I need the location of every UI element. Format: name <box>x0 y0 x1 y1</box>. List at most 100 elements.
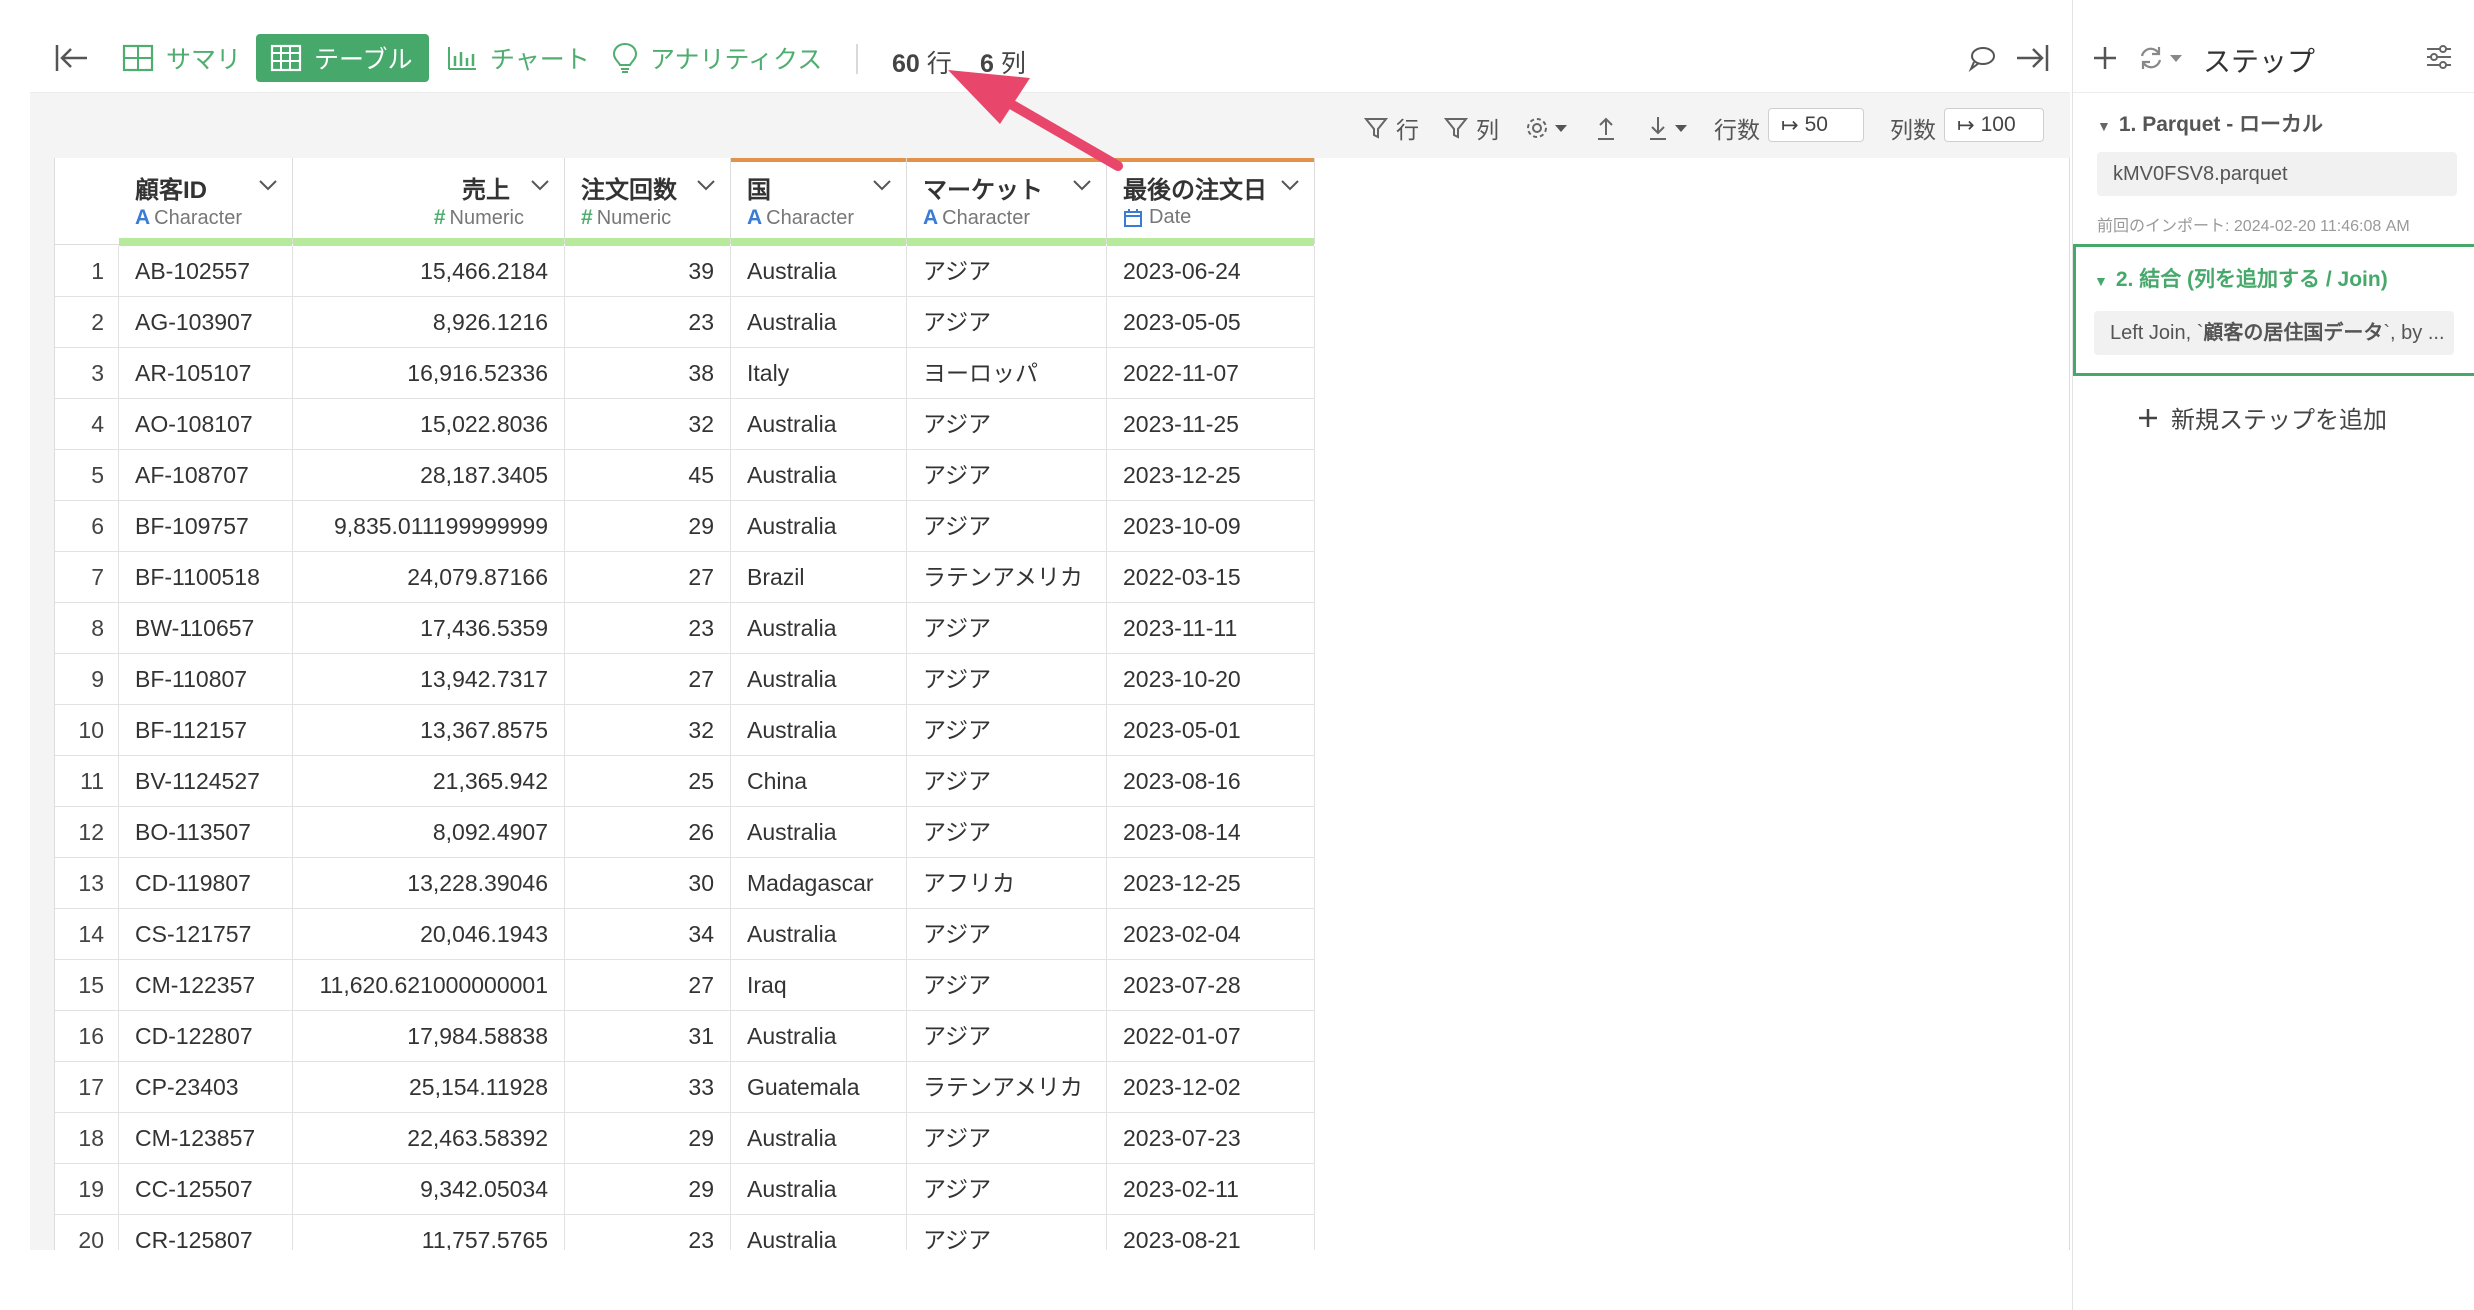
tab-chart[interactable]: チャート <box>446 34 590 82</box>
cell-last-order-date[interactable]: 2023-11-11 <box>1107 603 1315 653</box>
table-row[interactable]: 4 AO-108107 15,022.8036 32 Australia アジア 2023-… <box>55 399 1315 450</box>
cell-customer-id[interactable]: BF-110807 <box>119 654 293 704</box>
table-row[interactable]: 7 BF-1100518 24,079.87166 27 Brazil ラテンアメリカ 20… <box>55 552 1315 603</box>
cell-last-order-date[interactable]: 2022-03-15 <box>1107 552 1315 602</box>
tab-table[interactable]: テーブル <box>256 34 429 82</box>
cell-market[interactable]: アジア <box>907 1215 1107 1250</box>
cell-order-count[interactable]: 31 <box>565 1011 731 1061</box>
cell-country[interactable]: Australia <box>731 399 907 449</box>
table-row[interactable]: 18 CM-123857 22,463.58392 29 Australia アジア 202… <box>55 1113 1315 1164</box>
add-step-button[interactable]: 新規ステップを追加 <box>2137 400 2387 435</box>
cell-order-count[interactable]: 45 <box>565 450 731 500</box>
cell-market[interactable]: アジア <box>907 756 1107 806</box>
export-button[interactable] <box>1594 108 1618 148</box>
cols-limit-input[interactable]: ↦ 100 <box>1944 108 2044 142</box>
add-icon[interactable] <box>2091 44 2119 77</box>
cell-order-count[interactable]: 29 <box>565 1164 731 1214</box>
table-row[interactable]: 20 CR-125807 11,757.5765 23 Australia アジア 2023… <box>55 1215 1315 1250</box>
cell-customer-id[interactable]: CS-121757 <box>119 909 293 959</box>
cell-country[interactable]: Australia <box>731 1164 907 1214</box>
tab-analytics[interactable]: アナリティクス <box>612 34 822 82</box>
cell-market[interactable]: アジア <box>907 246 1107 296</box>
table-row[interactable]: 2 AG-103907 8,926.1216 23 Australia アジア 2023-0… <box>55 297 1315 348</box>
table-row[interactable]: 11 BV-1124527 21,365.942 25 China アジア 2023-08-… <box>55 756 1315 807</box>
cell-customer-id[interactable]: CM-122357 <box>119 960 293 1010</box>
cell-market[interactable]: アフリカ <box>907 858 1107 908</box>
chevron-down-icon[interactable] <box>258 178 278 192</box>
cell-order-count[interactable]: 27 <box>565 552 731 602</box>
cell-sales[interactable]: 17,436.5359 <box>293 603 565 653</box>
cell-sales[interactable]: 15,466.2184 <box>293 246 565 296</box>
cell-country[interactable]: Australia <box>731 705 907 755</box>
column-header[interactable]: 国 A Character <box>731 158 907 246</box>
table-row[interactable]: 10 BF-112157 13,367.8575 32 Australia アジア 2023… <box>55 705 1315 756</box>
cell-order-count[interactable]: 32 <box>565 705 731 755</box>
settings-sliders-icon[interactable] <box>2425 44 2453 75</box>
col-filter-button[interactable]: 列 <box>1444 108 1499 148</box>
cell-customer-id[interactable]: AF-108707 <box>119 450 293 500</box>
cell-last-order-date[interactable]: 2022-01-07 <box>1107 1011 1315 1061</box>
comment-icon[interactable] <box>1968 44 1996 77</box>
cell-country[interactable]: Australia <box>731 807 907 857</box>
cell-customer-id[interactable]: CD-122807 <box>119 1011 293 1061</box>
cell-last-order-date[interactable]: 2023-05-05 <box>1107 297 1315 347</box>
cell-country[interactable]: Australia <box>731 297 907 347</box>
cell-country[interactable]: Australia <box>731 603 907 653</box>
refresh-dropdown[interactable] <box>2137 44 2183 72</box>
cell-customer-id[interactable]: BF-109757 <box>119 501 293 551</box>
cell-country[interactable]: Australia <box>731 1011 907 1061</box>
cell-market[interactable]: アジア <box>907 399 1107 449</box>
column-header[interactable]: 最後の注文日 Date <box>1107 158 1315 246</box>
cell-market[interactable]: ラテンアメリカ <box>907 552 1107 602</box>
cell-country[interactable]: Guatemala <box>731 1062 907 1112</box>
cell-customer-id[interactable]: BO-113507 <box>119 807 293 857</box>
table-row[interactable]: 17 CP-23403 25,154.11928 33 Guatemala ラテンアメリカ… <box>55 1062 1315 1113</box>
cell-customer-id[interactable]: AB-102557 <box>119 246 293 296</box>
cell-order-count[interactable]: 29 <box>565 501 731 551</box>
table-row[interactable]: 8 BW-110657 17,436.5359 23 Australia アジア 2023-… <box>55 603 1315 654</box>
cell-market[interactable]: アジア <box>907 1011 1107 1061</box>
chevron-down-icon[interactable] <box>872 178 892 192</box>
cell-customer-id[interactable]: CC-125507 <box>119 1164 293 1214</box>
cell-order-count[interactable]: 26 <box>565 807 731 857</box>
cell-market[interactable]: ヨーロッパ <box>907 348 1107 398</box>
cell-market[interactable]: アジア <box>907 807 1107 857</box>
cell-sales[interactable]: 24,079.87166 <box>293 552 565 602</box>
step-1-header[interactable]: ▼ 1. Parquet - ローカル <box>2097 108 2323 138</box>
step-2-header[interactable]: ▼ 2. 結合 (列を追加する / Join) <box>2094 263 2388 293</box>
cell-country[interactable]: Italy <box>731 348 907 398</box>
cell-last-order-date[interactable]: 2023-02-11 <box>1107 1164 1315 1214</box>
cell-country[interactable]: Australia <box>731 450 907 500</box>
step-2-description[interactable]: Left Join, `顧客の居住国データ`, by ... <box>2094 311 2454 355</box>
cell-order-count[interactable]: 29 <box>565 1113 731 1163</box>
cell-order-count[interactable]: 25 <box>565 756 731 806</box>
cell-order-count[interactable]: 32 <box>565 399 731 449</box>
cell-market[interactable]: アジア <box>907 909 1107 959</box>
cell-order-count[interactable]: 34 <box>565 909 731 959</box>
table-row[interactable]: 16 CD-122807 17,984.58838 31 Australia アジア 202… <box>55 1011 1315 1062</box>
cell-customer-id[interactable]: BF-112157 <box>119 705 293 755</box>
cell-last-order-date[interactable]: 2022-11-07 <box>1107 348 1315 398</box>
cell-order-count[interactable]: 27 <box>565 654 731 704</box>
cell-market[interactable]: アジア <box>907 654 1107 704</box>
cell-country[interactable]: Australia <box>731 1113 907 1163</box>
step-1-file[interactable]: kMV0FSV8.parquet <box>2097 152 2457 196</box>
cell-customer-id[interactable]: AR-105107 <box>119 348 293 398</box>
table-row[interactable]: 3 AR-105107 16,916.52336 38 Italy ヨーロッパ 2022-1… <box>55 348 1315 399</box>
settings-dropdown[interactable] <box>1524 108 1568 148</box>
table-row[interactable]: 14 CS-121757 20,046.1943 34 Australia アジア 2023… <box>55 909 1315 960</box>
chevron-down-icon[interactable] <box>1072 178 1092 192</box>
chevron-down-icon[interactable] <box>1280 178 1300 192</box>
cell-customer-id[interactable]: BW-110657 <box>119 603 293 653</box>
cell-sales[interactable]: 9,342.05034 <box>293 1164 565 1214</box>
cell-order-count[interactable]: 23 <box>565 603 731 653</box>
cell-sales[interactable]: 11,757.5765 <box>293 1215 565 1250</box>
cell-last-order-date[interactable]: 2023-07-28 <box>1107 960 1315 1010</box>
cell-last-order-date[interactable]: 2023-11-25 <box>1107 399 1315 449</box>
table-row[interactable]: 15 CM-122357 11,620.621000000001 27 Iraq アジア 2… <box>55 960 1315 1011</box>
cell-sales[interactable]: 13,367.8575 <box>293 705 565 755</box>
rows-limit-input[interactable]: ↦ 50 <box>1768 108 1864 142</box>
cell-country[interactable]: Australia <box>731 246 907 296</box>
chevron-down-icon[interactable] <box>696 178 716 192</box>
cell-country[interactable]: Australia <box>731 909 907 959</box>
